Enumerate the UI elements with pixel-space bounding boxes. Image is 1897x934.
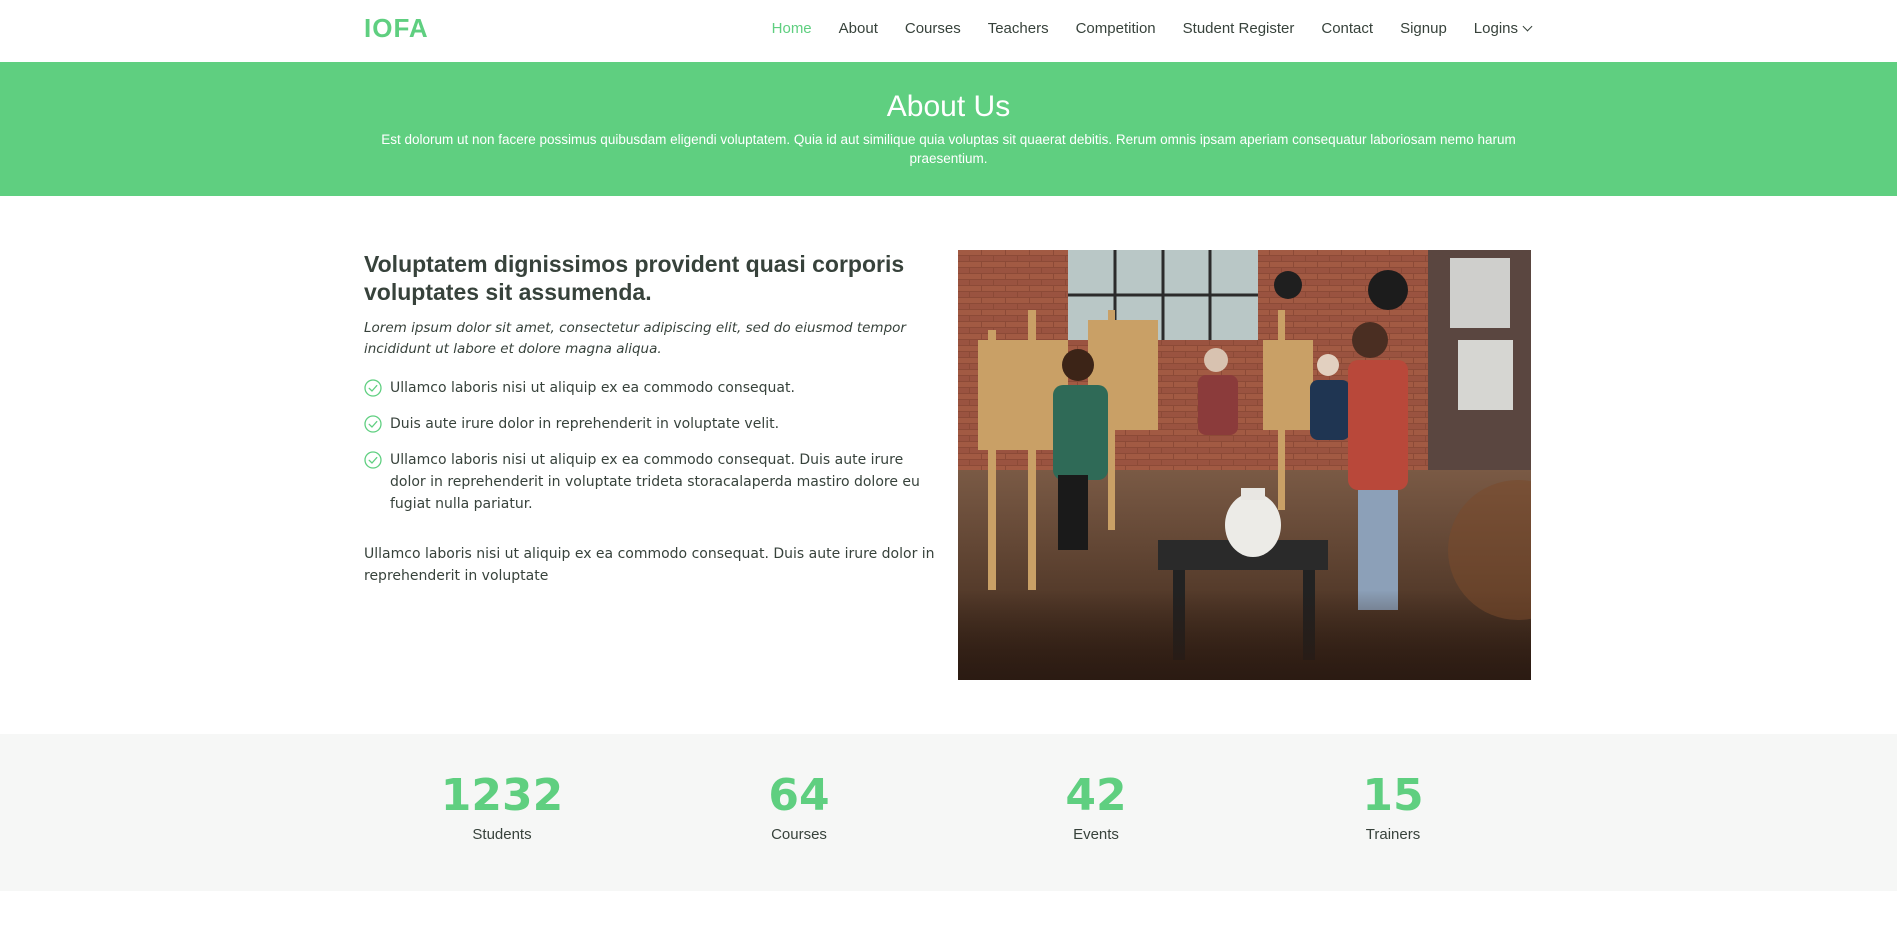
page-banner: About Us Est dolorum ut non facere possi… (0, 62, 1897, 196)
nav-signup[interactable]: Signup (1400, 20, 1447, 37)
banner-description: Est dolorum ut non facere possimus quibu… (381, 132, 1516, 166)
list-item-text: Duis aute irure dolor in reprehenderit i… (390, 416, 780, 432)
check-circle-icon (364, 379, 382, 397)
nav-competition[interactable]: Competition (1076, 20, 1156, 37)
about-heading: Voluptatem dignissimos provident quasi c… (364, 251, 905, 305)
count-events: 42 Events (976, 770, 1216, 843)
count-courses: 64 Courses (679, 770, 919, 843)
about-content: Voluptatem dignissimos provident quasi c… (364, 250, 940, 587)
nav-courses[interactable]: Courses (905, 20, 961, 37)
art-class-photo (958, 250, 1531, 680)
count-label: Trainers (1365, 826, 1421, 843)
list-item-text: Ullamco laboris nisi ut aliquip ex ea co… (390, 380, 795, 396)
count-label: Courses (771, 826, 827, 843)
chevron-down-icon (1522, 21, 1533, 32)
nav-logins-label: Logins (1473, 20, 1518, 37)
list-item-text: Ullamco laboris nisi ut aliquip ex ea co… (390, 452, 920, 512)
check-circle-icon (364, 415, 382, 433)
about-image (958, 250, 1531, 680)
nav-home[interactable]: Home (772, 20, 812, 37)
count-number: 64 (768, 770, 830, 821)
main-nav: Home About Courses Teachers Competition … (745, 20, 1533, 37)
count-number: 42 (1065, 770, 1127, 821)
list-item: Ullamco laboris nisi ut aliquip ex ea co… (364, 449, 940, 515)
check-circle-icon (364, 451, 382, 469)
count-students: 1232 Students (382, 770, 622, 843)
count-label: Events (1073, 826, 1119, 843)
nav-logins-dropdown[interactable]: Logins (1473, 20, 1533, 37)
nav-contact[interactable]: Contact (1321, 20, 1373, 37)
feature-list: Ullamco laboris nisi ut aliquip ex ea co… (364, 377, 940, 515)
nav-student-register[interactable]: Student Register (1183, 20, 1295, 37)
about-paragraph: Ullamco laboris nisi ut aliquip ex ea co… (364, 546, 935, 584)
count-number: 1232 (440, 770, 564, 821)
nav-about[interactable]: About (839, 20, 878, 37)
page-title: About Us (886, 90, 1011, 123)
nav-teachers[interactable]: Teachers (988, 20, 1049, 37)
count-number: 15 (1362, 770, 1424, 821)
about-lead: Lorem ipsum dolor sit amet, consectetur … (364, 320, 906, 357)
list-item: Duis aute irure dolor in reprehenderit i… (364, 413, 940, 435)
count-trainers: 15 Trainers (1273, 770, 1513, 843)
site-logo[interactable]: IOFA (364, 13, 429, 44)
count-label: Students (472, 826, 532, 843)
list-item: Ullamco laboris nisi ut aliquip ex ea co… (364, 377, 940, 399)
counts-section: 1232 Students 64 Courses 42 Events 15 Tr… (0, 734, 1897, 891)
site-header: IOFA Home About Courses Teachers Competi… (0, 0, 1897, 62)
